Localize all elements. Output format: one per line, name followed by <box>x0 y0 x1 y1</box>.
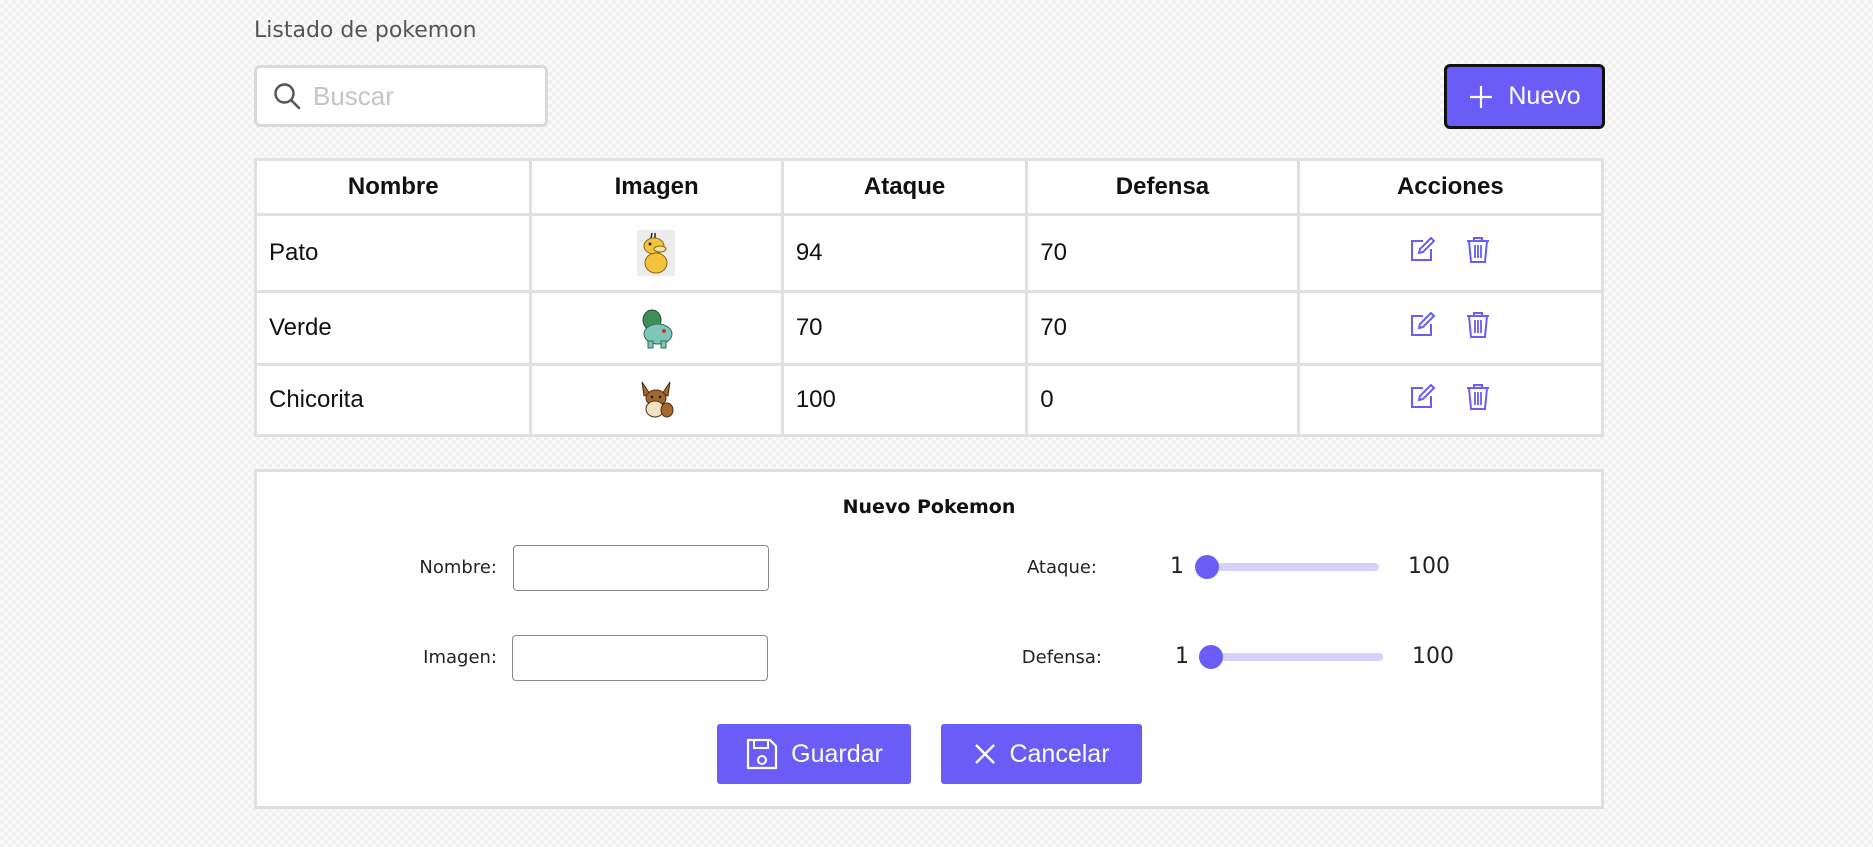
table-header-row: Nombre Imagen Ataque Defensa Acciones <box>253 158 1605 216</box>
save-button[interactable]: Guardar <box>717 724 911 784</box>
ataque-slider[interactable] <box>1195 552 1379 582</box>
table-row: Chicorita 100 0 <box>253 363 1605 437</box>
page-title: Listado de pokemon <box>254 18 477 43</box>
defensa-slider[interactable] <box>1199 642 1383 672</box>
search-box[interactable] <box>254 65 548 127</box>
cell-nombre: Chicorita <box>253 363 533 437</box>
cancel-button-label: Cancelar <box>1009 739 1110 768</box>
edit-icon[interactable] <box>1409 311 1436 345</box>
trash-icon[interactable] <box>1466 311 1490 346</box>
column-header-imagen: Imagen <box>529 158 784 216</box>
bulbasaur-sprite <box>642 309 673 349</box>
ataque-slider-thumb[interactable] <box>1195 555 1219 579</box>
nombre-label: Nombre: <box>419 557 497 578</box>
eevee-sprite <box>641 381 674 418</box>
new-button-label: Nuevo <box>1508 82 1581 110</box>
save-button-label: Guardar <box>791 739 883 768</box>
form-title: Nuevo Pokemon <box>842 496 1016 518</box>
table-row: Verde 70 70 <box>253 290 1605 366</box>
cell-nombre: Verde <box>253 290 533 366</box>
new-pokemon-form: Nuevo Pokemon Nombre: Imagen: Ataque: 1 … <box>254 469 1604 809</box>
trash-icon[interactable] <box>1466 236 1490 271</box>
cell-imagen <box>529 363 784 437</box>
defensa-min: 1 <box>1175 644 1189 669</box>
nombre-input[interactable] <box>513 545 769 591</box>
cell-acciones <box>1296 290 1605 366</box>
ataque-min: 1 <box>1170 554 1184 579</box>
edit-icon[interactable] <box>1409 236 1436 270</box>
cell-ataque: 100 <box>780 363 1029 437</box>
new-button[interactable]: Nuevo <box>1444 64 1605 129</box>
column-header-defensa: Defensa <box>1025 158 1300 216</box>
ataque-label: Ataque: <box>1026 557 1097 578</box>
cell-imagen <box>529 213 784 293</box>
column-header-nombre: Nombre <box>253 158 533 216</box>
cell-defensa: 70 <box>1025 213 1300 293</box>
floppy-disk-icon <box>747 738 778 770</box>
ataque-max: 100 <box>1408 554 1450 579</box>
psyduck-sprite <box>637 230 676 276</box>
close-icon <box>975 744 996 764</box>
cell-imagen <box>529 290 784 366</box>
trash-icon[interactable] <box>1466 383 1490 418</box>
search-input[interactable] <box>311 79 525 113</box>
imagen-label: Imagen: <box>423 647 497 668</box>
plus-icon <box>1470 85 1493 108</box>
cell-acciones <box>1296 213 1605 293</box>
column-header-acciones: Acciones <box>1296 158 1605 216</box>
cell-ataque: 70 <box>780 290 1029 366</box>
cell-defensa: 70 <box>1025 290 1300 366</box>
cell-acciones <box>1296 363 1605 437</box>
defensa-max: 100 <box>1412 644 1454 669</box>
search-icon <box>274 83 301 110</box>
cell-nombre: Pato <box>253 213 533 293</box>
cell-ataque: 94 <box>780 213 1029 293</box>
column-header-ataque: Ataque <box>780 158 1029 216</box>
imagen-input[interactable] <box>512 635 768 681</box>
table-row: Pato 94 70 <box>253 213 1605 293</box>
cell-defensa: 0 <box>1025 363 1300 437</box>
defensa-slider-thumb[interactable] <box>1199 645 1223 669</box>
defensa-label: Defensa: <box>1021 647 1102 668</box>
cancel-button[interactable]: Cancelar <box>941 724 1142 784</box>
pokemon-table: Nombre Imagen Ataque Defensa Acciones Pa… <box>253 158 1605 437</box>
edit-icon[interactable] <box>1409 383 1436 417</box>
